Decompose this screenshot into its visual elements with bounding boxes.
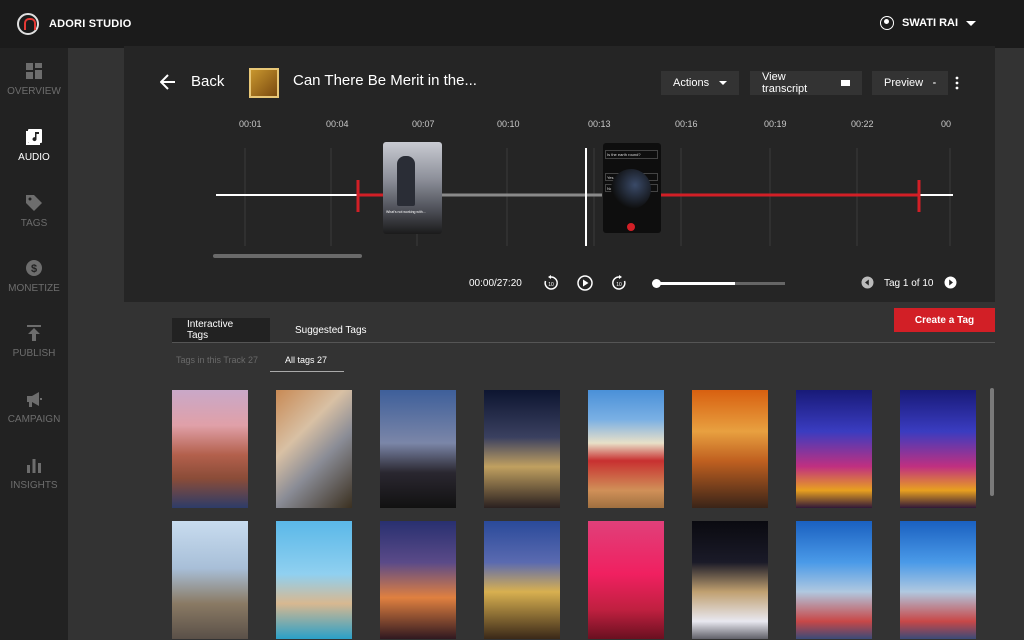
forward-10-icon[interactable]: 10 bbox=[611, 275, 627, 291]
subtab-tags-in-track[interactable]: Tags in this Track 27 bbox=[176, 355, 258, 365]
megaphone-icon bbox=[27, 392, 42, 407]
sidebar-item-overview[interactable]: OVERVIEW bbox=[0, 62, 68, 97]
adori-logo-icon[interactable] bbox=[17, 13, 39, 35]
sidebar-item-insights[interactable]: INSIGHTS bbox=[0, 456, 68, 491]
tab-interactive-tags[interactable]: Interactive Tags bbox=[172, 318, 270, 342]
sidebar-item-label: OVERVIEW bbox=[7, 86, 61, 97]
tag-icon bbox=[26, 195, 42, 211]
grid-scrollbar[interactable] bbox=[990, 388, 994, 496]
tab-suggested-tags[interactable]: Suggested Tags bbox=[280, 318, 382, 342]
poll-submit-icon bbox=[627, 223, 635, 231]
play-icon[interactable] bbox=[577, 275, 593, 291]
sidebar-item-label: TAGS bbox=[20, 218, 48, 229]
tag-image-card[interactable] bbox=[380, 521, 456, 639]
tag-image-card[interactable] bbox=[692, 390, 768, 508]
sidebar: OVERVIEW AUDIO TAGS $ MONETIZE PUBLISH C… bbox=[0, 48, 68, 640]
tag-card-preview[interactable]: What's not working with... bbox=[383, 142, 442, 234]
sidebar-item-audio[interactable]: AUDIO bbox=[0, 128, 68, 163]
user-name: SWATI RAI bbox=[902, 17, 959, 29]
tag-image-card[interactable] bbox=[692, 521, 768, 639]
tag-image-card[interactable] bbox=[796, 390, 872, 508]
time-readout: 00:00/27:20 bbox=[469, 278, 522, 289]
tag-image-card[interactable] bbox=[276, 521, 352, 639]
tag-image-card[interactable] bbox=[900, 521, 976, 639]
tag-image-card[interactable] bbox=[900, 390, 976, 508]
tag-tabs: Interactive Tags Suggested Tags bbox=[172, 318, 995, 343]
tag-image-card[interactable] bbox=[484, 521, 560, 639]
user-menu[interactable]: SWATI RAI bbox=[880, 16, 977, 30]
planet-image bbox=[611, 169, 651, 209]
card-caption: What's not working with... bbox=[386, 210, 426, 214]
sidebar-item-label: INSIGHTS bbox=[10, 480, 58, 491]
sidebar-item-label: MONETIZE bbox=[8, 283, 60, 294]
seek-handle[interactable] bbox=[652, 279, 661, 288]
bar-chart-icon bbox=[27, 459, 41, 473]
tag-image-card[interactable] bbox=[172, 521, 248, 639]
svg-text:$: $ bbox=[31, 263, 37, 275]
seek-bar[interactable] bbox=[652, 279, 785, 288]
music-note-icon bbox=[26, 129, 42, 145]
tag-card-poll[interactable]: Is the earth round? Yes No bbox=[603, 143, 661, 233]
tag-image-card[interactable] bbox=[484, 390, 560, 508]
sidebar-item-label: AUDIO bbox=[18, 152, 50, 163]
tag-image-card[interactable] bbox=[380, 390, 456, 508]
sidebar-item-publish[interactable]: PUBLISH bbox=[0, 324, 68, 359]
prev-tag-icon[interactable] bbox=[861, 276, 874, 289]
subtab-all-tags[interactable]: All tags 27 bbox=[270, 355, 344, 372]
tag-nav-label: Tag 1 of 10 bbox=[884, 278, 934, 289]
create-tag-button[interactable]: Create a Tag bbox=[894, 308, 995, 332]
tag-image-card[interactable] bbox=[276, 390, 352, 508]
tag-image-card[interactable] bbox=[796, 521, 872, 639]
svg-text:10: 10 bbox=[616, 282, 622, 288]
sidebar-item-campaign[interactable]: CAMPAIGN bbox=[0, 390, 68, 425]
sidebar-item-monetize[interactable]: $ MONETIZE bbox=[0, 259, 68, 294]
grid-icon bbox=[26, 63, 42, 79]
seek-buffered bbox=[655, 282, 735, 285]
sidebar-item-label: PUBLISH bbox=[12, 348, 56, 359]
tag-image-card[interactable] bbox=[588, 521, 664, 639]
audio-player-panel: Back Can There Be Merit in the... Action… bbox=[124, 46, 995, 302]
caret-down-icon bbox=[966, 20, 977, 26]
brand-name: ADORI STUDIO bbox=[49, 18, 132, 30]
top-bar: ADORI STUDIO SWATI RAI bbox=[0, 0, 1024, 48]
timeline[interactable] bbox=[124, 46, 995, 302]
svg-text:10: 10 bbox=[548, 282, 554, 288]
poll-question: Is the earth round? bbox=[605, 150, 658, 159]
upload-icon bbox=[27, 325, 41, 341]
sidebar-item-label: CAMPAIGN bbox=[7, 414, 61, 425]
tag-image-card[interactable] bbox=[172, 390, 248, 508]
tag-image-card[interactable] bbox=[588, 390, 664, 508]
dollar-icon: $ bbox=[26, 260, 42, 276]
sidebar-item-tags[interactable]: TAGS bbox=[0, 194, 68, 229]
next-tag-icon[interactable] bbox=[944, 276, 957, 289]
replay-10-icon[interactable]: 10 bbox=[543, 275, 559, 291]
user-account-icon bbox=[880, 16, 894, 30]
person-silhouette bbox=[397, 156, 415, 206]
